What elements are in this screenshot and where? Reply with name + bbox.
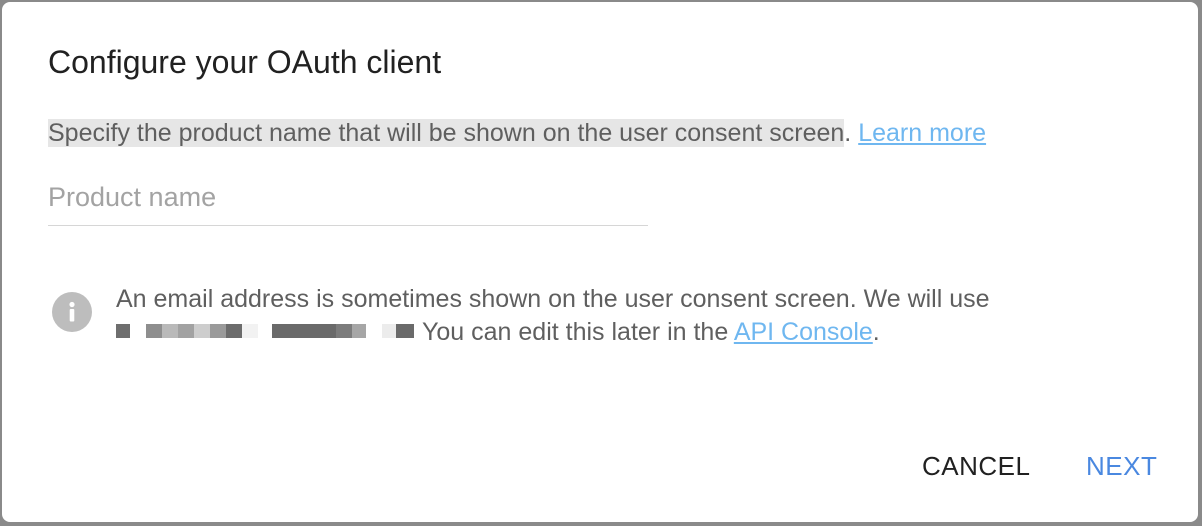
next-button[interactable]: NEXT [1082,448,1161,484]
oauth-config-dialog: Configure your OAuth client Specify the … [2,2,1198,522]
api-console-link[interactable]: API Console [734,318,873,346]
redacted-email [116,324,414,339]
cancel-button[interactable]: CANCEL [918,448,1034,484]
email-notice: An email address is sometimes shown on t… [116,283,1156,349]
product-name-description: Specify the product name that will be sh… [48,116,986,150]
notice-period: . [872,318,880,346]
email-notice-text: An email address is sometimes shown on t… [116,285,990,313]
description-period: . [844,119,852,147]
edit-later-text: You can edit this later in the [422,318,729,346]
description-text: Specify the product name that will be sh… [48,119,845,147]
learn-more-link[interactable]: Learn more [858,119,986,147]
product-name-input[interactable] [48,178,648,226]
info-icon [52,292,92,332]
dialog-title: Configure your OAuth client [48,44,442,80]
